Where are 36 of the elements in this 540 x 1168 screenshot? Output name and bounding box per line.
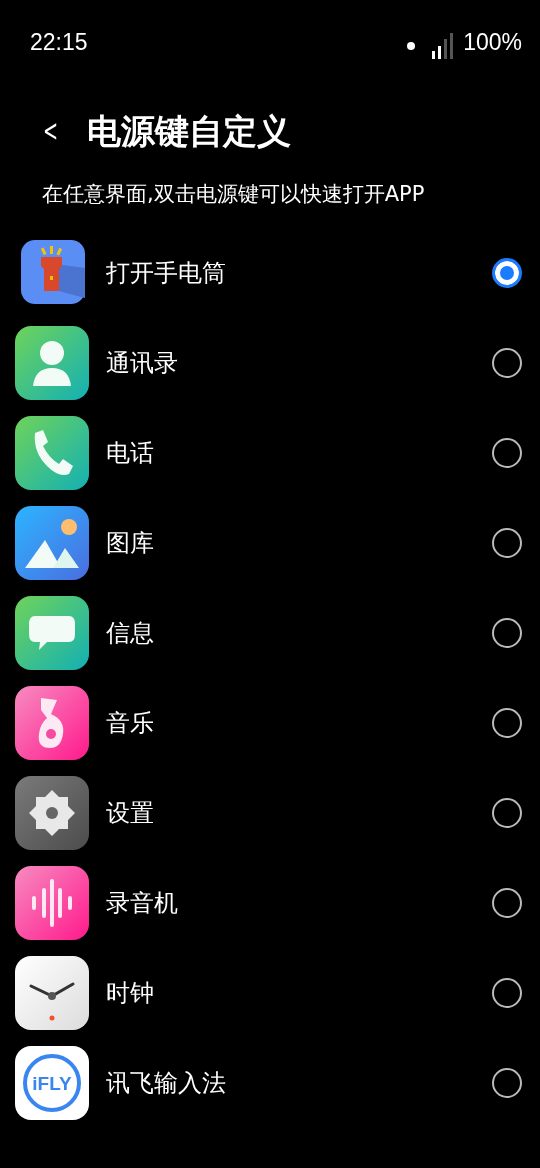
speech-bubble-icon (15, 596, 89, 670)
app-label: 时钟 (106, 978, 155, 1009)
signal-icon (431, 33, 456, 59)
radio-button[interactable] (492, 708, 522, 738)
gear-icon (15, 776, 89, 850)
radio-button[interactable] (492, 618, 522, 648)
radio-button[interactable] (492, 528, 522, 558)
page-title: 电源键自定义 (87, 114, 292, 148)
back-button[interactable]: < (40, 116, 61, 146)
app-label: 打开手电筒 (106, 258, 227, 289)
description-text: 在任意界面,双击电源键可以快速打开APP (41, 184, 426, 205)
music-note-icon (15, 686, 89, 760)
radio-button[interactable] (492, 1068, 522, 1098)
radio-button[interactable] (492, 978, 522, 1008)
radio-button[interactable] (492, 348, 522, 378)
battery-percentage: 100% (463, 30, 522, 54)
person-icon (15, 326, 89, 400)
radio-button[interactable] (492, 888, 522, 918)
app-label: 信息 (106, 618, 155, 649)
ifly-logo-icon: iFLY (15, 1046, 89, 1120)
phone-icon (15, 416, 89, 490)
clock-icon (15, 956, 89, 1030)
radio-button[interactable] (492, 798, 522, 828)
app-label: 讯飞输入法 (106, 1068, 227, 1099)
app-label: 录音机 (106, 888, 179, 919)
sound-wave-icon (15, 866, 89, 940)
app-label: 图库 (106, 528, 155, 559)
app-label: 设置 (106, 798, 155, 829)
notification-dot-icon (407, 42, 416, 50)
app-label: 通讯录 (106, 348, 179, 379)
app-label: 音乐 (106, 708, 155, 739)
app-label: 电话 (106, 438, 155, 469)
radio-button[interactable] (492, 258, 522, 288)
landscape-icon (15, 506, 89, 580)
radio-button[interactable] (492, 438, 522, 468)
status-time: 22:15 (30, 30, 88, 54)
